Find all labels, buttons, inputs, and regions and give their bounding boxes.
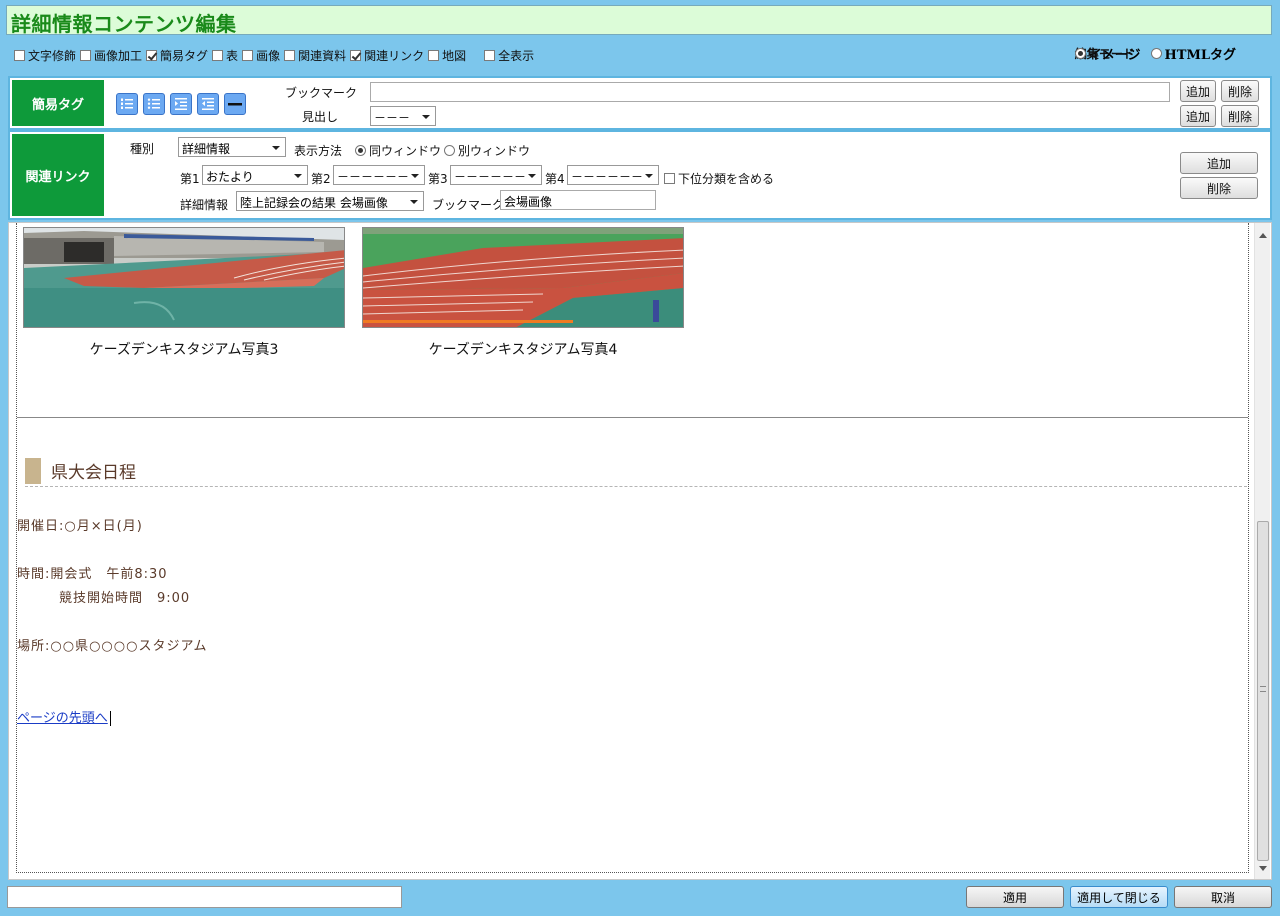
- opt-related-link[interactable]: 関連リンク: [350, 47, 424, 64]
- type-label: 種別: [130, 142, 155, 156]
- checkbox[interactable]: [14, 49, 25, 61]
- heading-add-button[interactable]: 追加: [1180, 105, 1216, 127]
- opt-image[interactable]: 画像: [242, 47, 280, 64]
- simple-tag-header: 簡易タグ: [12, 80, 104, 126]
- display-label: 表示方法: [294, 144, 343, 158]
- edit-mode: 編集モード イメージ HTMLタグ: [1074, 44, 1246, 63]
- scroll-up-icon[interactable]: [1259, 233, 1267, 238]
- unordered-list-icon[interactable]: [143, 93, 165, 115]
- link-bookmark-label: ブックマーク: [432, 198, 505, 212]
- related-link-panel: 関連リンク 種別 詳細情報 表示方法 同ウィンドウ 別ウィンドウ 第1 おたより…: [8, 130, 1272, 220]
- cat3-select[interactable]: －－－－－－: [450, 165, 542, 185]
- cat1-select[interactable]: おたより: [202, 165, 308, 185]
- link-bookmark-input[interactable]: 会場画像: [500, 190, 656, 210]
- checkbox[interactable]: [242, 49, 254, 61]
- cat4-label: 第4: [545, 172, 565, 186]
- cat2-select[interactable]: －－－－－－: [333, 165, 425, 185]
- detail-select[interactable]: 陸上記録会の結果 会場画像: [236, 191, 424, 211]
- indent-icon[interactable]: [170, 93, 192, 115]
- outdent-icon[interactable]: [197, 93, 219, 115]
- opt-show-all[interactable]: 全表示: [484, 47, 534, 64]
- grip-icon: [1260, 686, 1266, 692]
- event-date: 開催日:○月×日(月): [17, 519, 143, 534]
- opt-simple-tag[interactable]: 簡易タグ: [146, 47, 208, 64]
- vertical-scrollbar[interactable]: [1254, 223, 1270, 879]
- link-delete-button[interactable]: 削除: [1180, 177, 1258, 199]
- cat4-select[interactable]: －－－－－－: [567, 165, 659, 185]
- checkbox[interactable]: [284, 49, 296, 61]
- caption-photo-4: ケーズデンキスタジアム写真4: [428, 342, 618, 358]
- other-window-radio[interactable]: 別ウィンドウ: [444, 142, 530, 159]
- include-sub-checkbox[interactable]: 下位分類を含める: [664, 170, 774, 187]
- opt-image-edit[interactable]: 画像加工: [80, 47, 142, 64]
- section-heading: 県大会日程: [25, 455, 1247, 487]
- heading-text: 県大会日程: [51, 463, 136, 483]
- heading-select[interactable]: －－－: [370, 106, 436, 126]
- opt-text-decoration[interactable]: 文字修飾: [14, 47, 76, 64]
- heading-label: 見出し: [302, 110, 339, 124]
- bookmark-input[interactable]: [370, 82, 1170, 102]
- heading-bar-icon: [25, 457, 41, 484]
- detail-label: 詳細情報: [180, 198, 229, 212]
- ordered-list-icon[interactable]: [116, 93, 138, 115]
- event-time-2: 競技開始時間 9:00: [17, 591, 191, 606]
- checkbox[interactable]: [350, 49, 362, 61]
- status-field[interactable]: [7, 886, 402, 908]
- footer-bar: 適用 適用して閉じる 取消: [0, 880, 1280, 916]
- bookmark-add-button[interactable]: 追加: [1180, 80, 1216, 102]
- horizontal-rule-icon[interactable]: [224, 93, 246, 115]
- caption-photo-3: ケーズデンキスタジアム写真3: [89, 342, 279, 358]
- heading-delete-button[interactable]: 削除: [1221, 105, 1259, 127]
- same-window-radio[interactable]: 同ウィンドウ: [355, 142, 441, 159]
- content-editor[interactable]: ケーズデンキスタジアム写真3 ケーズデンキスタジアム写真4 県大会日程 開催日:…: [8, 222, 1272, 880]
- link-add-button[interactable]: 追加: [1180, 152, 1258, 174]
- page-title: 詳細情報コンテンツ編集: [11, 12, 237, 36]
- related-link-header: 関連リンク: [12, 134, 104, 216]
- checkbox[interactable]: [80, 49, 92, 61]
- opt-table[interactable]: 表: [212, 47, 238, 64]
- event-place: 場所:○○県○○○○スタジアム: [17, 639, 208, 654]
- bookmark-delete-button[interactable]: 削除: [1221, 80, 1259, 102]
- option-checkboxes: 文字修飾 画像加工 簡易タグ 表 画像 関連資料 関連リンク 地図 全表示: [14, 45, 538, 65]
- cat1-label: 第1: [180, 172, 200, 186]
- stadium-photo-4: [362, 227, 684, 328]
- checkbox[interactable]: [212, 49, 224, 61]
- cat2-label: 第2: [311, 172, 331, 186]
- content-area[interactable]: ケーズデンキスタジアム写真3 ケーズデンキスタジアム写真4 県大会日程 開催日:…: [16, 223, 1249, 873]
- bookmark-label: ブックマーク: [285, 86, 358, 100]
- text-caret: [109, 711, 111, 726]
- title-bar: 詳細情報コンテンツ編集: [6, 5, 1272, 36]
- page-top-link[interactable]: ページの先頭へ: [17, 707, 111, 726]
- checkbox[interactable]: [484, 49, 496, 61]
- scroll-down-icon[interactable]: [1259, 866, 1267, 871]
- apply-close-button[interactable]: 適用して閉じる: [1070, 886, 1168, 908]
- simple-tag-panel: 簡易タグ ブックマーク 見出し －－－ 追加 削除 追加 削除: [8, 76, 1272, 130]
- event-time-1: 時間:開会式 午前8:30: [17, 567, 168, 582]
- opt-related-docs[interactable]: 関連資料: [284, 47, 346, 64]
- apply-button[interactable]: 適用: [966, 886, 1064, 908]
- cat3-label: 第3: [428, 172, 448, 186]
- opt-map[interactable]: 地図: [428, 47, 466, 64]
- horizontal-rule: [17, 417, 1248, 418]
- scroll-thumb[interactable]: [1257, 521, 1269, 861]
- type-select[interactable]: 詳細情報: [178, 137, 286, 157]
- cancel-button[interactable]: 取消: [1174, 886, 1272, 908]
- checkbox[interactable]: [428, 49, 440, 61]
- mode-html-radio[interactable]: HTMLタグ: [1150, 44, 1236, 63]
- checkbox[interactable]: [146, 49, 158, 61]
- stadium-photo-3: [23, 227, 345, 328]
